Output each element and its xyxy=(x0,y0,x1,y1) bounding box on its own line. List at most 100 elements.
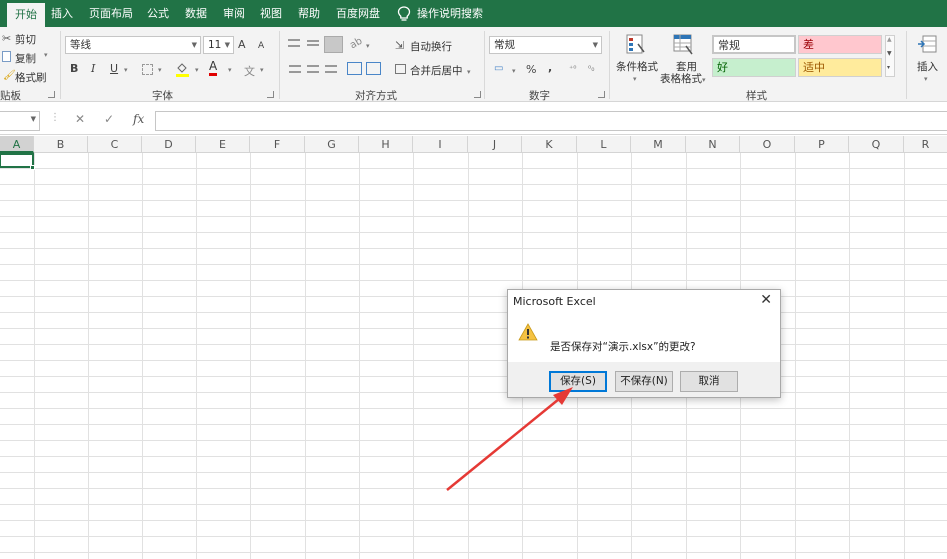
tab-view[interactable]: 视图 xyxy=(260,0,282,27)
column-header-l[interactable]: L xyxy=(577,136,631,153)
column-header-i[interactable]: I xyxy=(413,136,468,153)
phonetic-icon[interactable]: 文 xyxy=(244,63,255,79)
middle-align-icon[interactable] xyxy=(307,40,319,46)
column-header-j[interactable]: J xyxy=(468,136,522,153)
grid-row-line xyxy=(0,408,947,409)
insert-dropdown-chevron-icon[interactable]: ▾ xyxy=(924,71,928,87)
align-right-icon[interactable] xyxy=(325,65,337,73)
column-header-o[interactable]: O xyxy=(740,136,795,153)
column-header-n[interactable]: N xyxy=(686,136,740,153)
currency-icon[interactable]: ▭ xyxy=(494,63,503,74)
name-box[interactable]: ▼ xyxy=(0,111,40,131)
tab-review[interactable]: 审阅 xyxy=(223,0,245,27)
underline-button[interactable]: U xyxy=(110,61,118,77)
style-neutral[interactable]: 适中 xyxy=(798,58,882,77)
tab-home[interactable]: 开始 xyxy=(7,3,45,27)
tab-help[interactable]: 帮助 xyxy=(298,0,320,27)
fill-handle[interactable] xyxy=(30,165,35,170)
enter-formula-icon[interactable]: ✓ xyxy=(104,112,114,126)
border-dropdown-chevron-icon[interactable]: ▾ xyxy=(158,62,162,78)
column-header-b[interactable]: B xyxy=(34,136,88,153)
decrease-indent-icon[interactable] xyxy=(347,62,362,75)
worksheet-grid[interactable] xyxy=(0,153,947,559)
grow-font-button[interactable]: A xyxy=(238,37,246,53)
gallery-more-icon[interactable]: ▾ xyxy=(887,64,890,71)
cancel-button[interactable]: 取消 xyxy=(680,371,738,392)
orientation-icon[interactable]: ab xyxy=(348,36,364,52)
phonetic-dropdown-chevron-icon[interactable]: ▾ xyxy=(260,62,264,78)
gallery-down-icon[interactable]: ▼ xyxy=(887,50,892,57)
font-size-select[interactable]: 11 ▼ xyxy=(203,36,234,54)
italic-button[interactable]: I xyxy=(91,61,95,77)
conditional-formatting-button[interactable]: 条件格式 xyxy=(616,59,658,74)
number-launcher-icon[interactable] xyxy=(598,91,605,98)
column-header-k[interactable]: K xyxy=(522,136,577,153)
comma-button[interactable]: , xyxy=(548,60,552,76)
column-header-q[interactable]: Q xyxy=(849,136,904,153)
style-bad[interactable]: 差 xyxy=(798,35,882,54)
tab-formulas[interactable]: 公式 xyxy=(147,0,169,27)
dont-save-button[interactable]: 不保存(N) xyxy=(615,371,673,392)
column-header-c[interactable]: C xyxy=(88,136,142,153)
font-name-select[interactable]: 等线 ▼ xyxy=(65,36,201,54)
font-color-dropdown-chevron-icon[interactable]: ▾ xyxy=(228,62,232,78)
number-format-select[interactable]: 常规 ▼ xyxy=(489,36,602,54)
gallery-up-icon[interactable]: ▲ xyxy=(887,36,892,43)
bold-button[interactable]: B xyxy=(70,61,78,77)
orientation-dropdown-chevron-icon[interactable]: ▾ xyxy=(366,38,370,54)
clipboard-launcher-icon[interactable] xyxy=(48,91,55,98)
conditional-dropdown-chevron-icon[interactable]: ▾ xyxy=(633,71,637,87)
border-icon[interactable] xyxy=(142,64,153,75)
column-header-f[interactable]: F xyxy=(250,136,305,153)
column-header-r[interactable]: R xyxy=(904,136,947,153)
merge-center-button[interactable]: 合并后居中 xyxy=(410,63,463,78)
column-header-h[interactable]: H xyxy=(359,136,413,153)
increase-indent-icon[interactable] xyxy=(366,62,381,75)
formula-input[interactable] xyxy=(155,111,947,131)
tab-data[interactable]: 数据 xyxy=(185,0,207,27)
column-header-m[interactable]: M xyxy=(631,136,686,153)
name-box-dropdown-icon[interactable]: ▼ xyxy=(31,115,36,123)
tab-baidu-netdisk[interactable]: 百度网盘 xyxy=(336,0,380,27)
styles-gallery-scroll[interactable]: ▲ ▼ ▾ xyxy=(885,35,895,77)
align-center-icon[interactable] xyxy=(307,65,319,73)
font-launcher-icon[interactable] xyxy=(267,91,274,98)
format-table-dropdown-chevron-icon[interactable]: ▾ xyxy=(702,72,706,88)
active-cell-a1[interactable] xyxy=(0,153,34,168)
insert-function-icon[interactable]: fx xyxy=(133,112,144,126)
copy-icon xyxy=(2,51,11,62)
fill-color-dropdown-chevron-icon[interactable]: ▾ xyxy=(195,62,199,78)
font-color-button[interactable]: A xyxy=(209,60,218,76)
cut-button[interactable]: 剪切 xyxy=(15,32,36,47)
format-as-table-button[interactable]: 表格格式 xyxy=(660,71,702,86)
shrink-font-button[interactable]: A xyxy=(258,38,264,54)
column-header-a[interactable]: A xyxy=(0,136,34,153)
tab-insert[interactable]: 插入 xyxy=(51,0,73,27)
style-normal[interactable]: 常规 xyxy=(712,35,796,54)
merge-dropdown-chevron-icon[interactable]: ▾ xyxy=(467,64,471,80)
tell-me-search[interactable]: 操作说明搜索 xyxy=(397,0,483,27)
style-good[interactable]: 好 xyxy=(712,58,796,77)
top-align-icon[interactable] xyxy=(288,39,300,47)
copy-dropdown-chevron-icon[interactable]: ▾ xyxy=(44,51,48,59)
bottom-align-icon[interactable] xyxy=(324,36,343,53)
increase-decimal-icon[interactable]: ⁺⁰ xyxy=(569,64,576,73)
format-painter-button[interactable]: 格式刷 xyxy=(15,70,47,85)
align-left-icon[interactable] xyxy=(289,65,301,73)
column-header-g[interactable]: G xyxy=(305,136,359,153)
underline-dropdown-chevron-icon[interactable]: ▾ xyxy=(124,62,128,78)
decrease-decimal-icon[interactable]: ⁰₀ xyxy=(588,64,594,73)
percent-button[interactable]: % xyxy=(526,62,536,78)
cancel-formula-icon[interactable]: ✕ xyxy=(75,112,85,126)
currency-dropdown-chevron-icon[interactable]: ▾ xyxy=(512,63,516,79)
alignment-launcher-icon[interactable] xyxy=(474,91,481,98)
save-button[interactable]: 保存(S) xyxy=(549,371,607,392)
copy-button[interactable]: 复制 xyxy=(15,51,36,66)
wrap-text-button[interactable]: 自动换行 xyxy=(410,39,452,54)
tab-page-layout[interactable]: 页面布局 xyxy=(89,0,133,27)
fill-color-icon[interactable] xyxy=(176,61,189,77)
close-icon[interactable]: ✕ xyxy=(760,292,772,308)
column-header-e[interactable]: E xyxy=(196,136,250,153)
column-header-d[interactable]: D xyxy=(142,136,196,153)
column-header-p[interactable]: P xyxy=(795,136,849,153)
